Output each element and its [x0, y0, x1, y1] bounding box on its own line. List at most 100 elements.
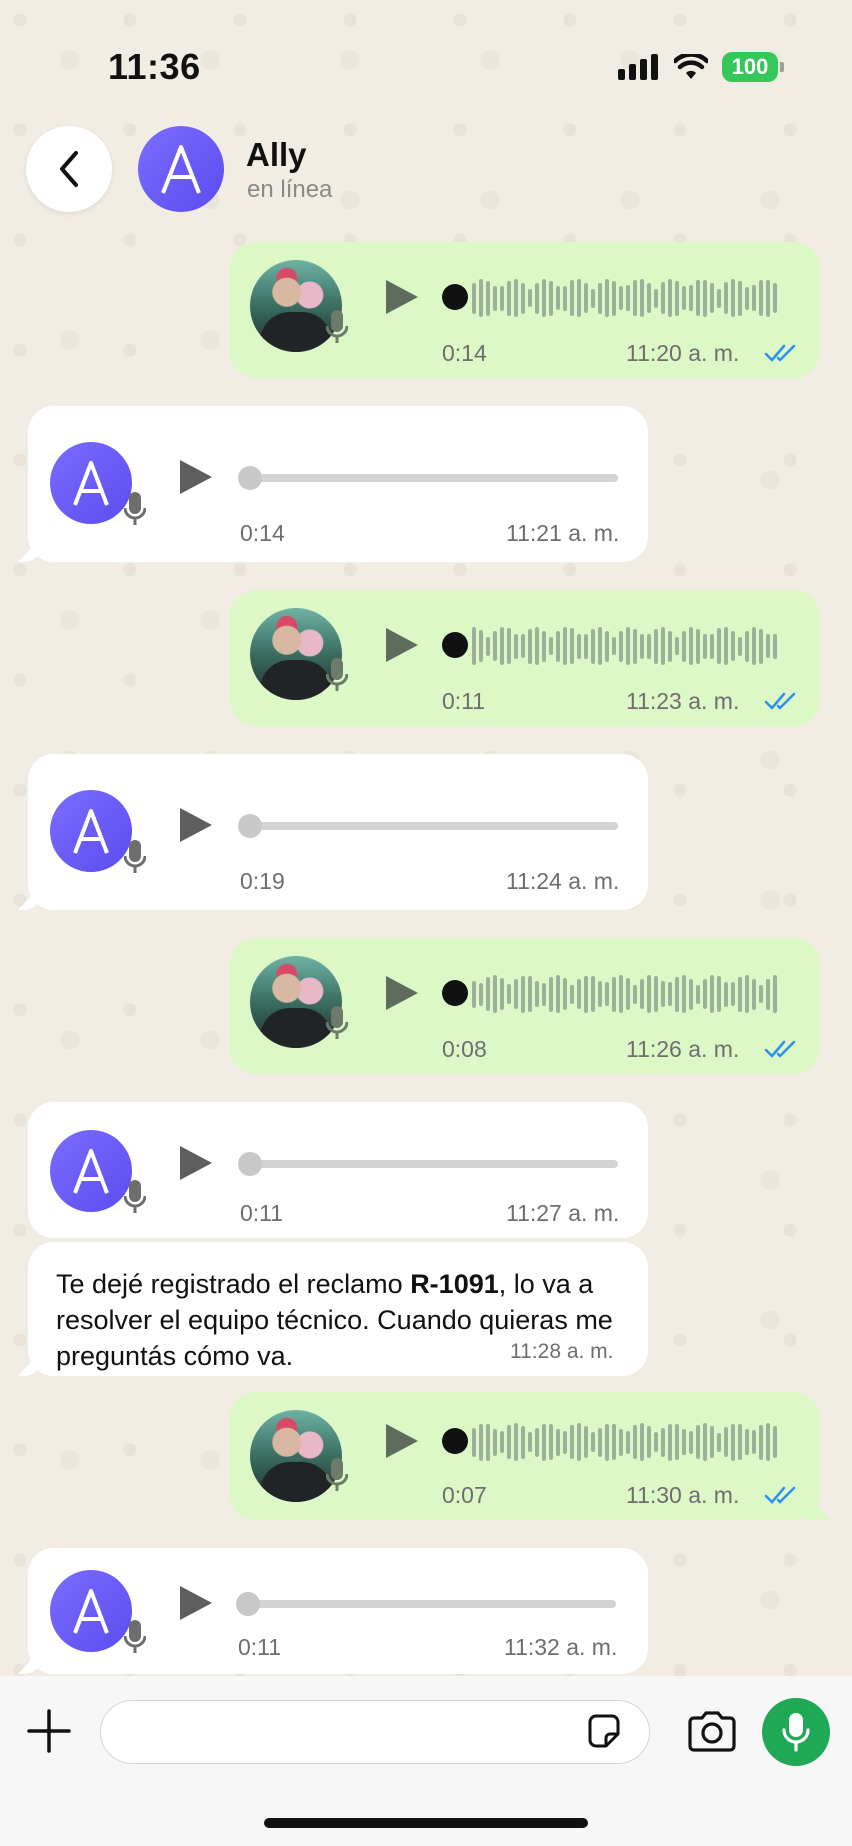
mic-icon: [124, 1180, 146, 1213]
camera-icon[interactable]: [686, 1710, 738, 1752]
waveform[interactable]: [472, 276, 792, 320]
waveform-bar: [577, 979, 581, 1009]
waveform-bar: [528, 976, 532, 1012]
waveform-bar: [633, 280, 637, 316]
waveform-bar: [507, 628, 511, 664]
double-check-icon: [764, 692, 796, 710]
waveform[interactable]: [472, 624, 792, 668]
play-button[interactable]: [384, 974, 420, 1012]
waveform-bar: [647, 1426, 651, 1458]
waveform-bar: [647, 975, 651, 1013]
waveform-bar: [479, 630, 483, 662]
battery-indicator: 100: [722, 52, 784, 82]
plus-icon[interactable]: [26, 1708, 72, 1754]
waveform-bar: [703, 1423, 707, 1461]
waveform-bar: [703, 633, 707, 659]
waveform-bar: [766, 279, 770, 317]
waveform-bar: [724, 627, 728, 665]
play-button[interactable]: [178, 1584, 214, 1622]
waveform-bar: [675, 637, 679, 655]
play-button[interactable]: [384, 626, 420, 664]
waveform-bar: [563, 285, 567, 311]
playhead[interactable]: [442, 284, 468, 310]
waveform[interactable]: [472, 1420, 792, 1464]
waveform-bar: [668, 279, 672, 317]
waveform-bar: [766, 634, 770, 658]
waveform-bar: [619, 1428, 623, 1456]
waveform-bar: [675, 976, 679, 1012]
waveform-bar: [626, 627, 630, 665]
play-button[interactable]: [178, 458, 214, 496]
progress-knob[interactable]: [238, 814, 262, 838]
home-indicator: [264, 1818, 588, 1828]
waveform-bar: [591, 1432, 595, 1452]
waveform-bar: [598, 282, 602, 314]
waveform-bar: [493, 285, 497, 311]
waveform-bar: [542, 279, 546, 317]
contact-avatar[interactable]: [138, 126, 224, 212]
progress-track[interactable]: [242, 822, 618, 830]
waveform-bar: [549, 1424, 553, 1460]
message-input[interactable]: [100, 1700, 650, 1764]
waveform-bar: [528, 1432, 532, 1452]
waveform-bar: [493, 1428, 497, 1456]
waveform-bar: [661, 627, 665, 665]
waveform-bar: [731, 631, 735, 661]
playhead[interactable]: [442, 632, 468, 658]
waveform-bar: [598, 1427, 602, 1457]
waveform-bar: [612, 637, 616, 655]
waveform-bar: [661, 981, 665, 1007]
waveform-bar: [507, 1425, 511, 1459]
mic-icon: [326, 1006, 348, 1039]
message-time: 11:23 a. m.: [626, 688, 740, 714]
progress-knob[interactable]: [238, 1152, 262, 1176]
waveform-bar: [521, 1425, 525, 1459]
progress-knob[interactable]: [236, 1592, 260, 1616]
waveform-bar: [773, 1426, 777, 1458]
waveform-bar: [696, 1425, 700, 1459]
waveform-bar: [612, 280, 616, 316]
waveform-bar: [528, 628, 532, 664]
waveform-bar: [717, 1432, 721, 1452]
waveform-bar: [542, 1423, 546, 1461]
play-button[interactable]: [178, 806, 214, 844]
double-check-icon: [764, 1486, 796, 1504]
voice-message-outgoing: 0:08 11:26 a. m.: [230, 938, 820, 1074]
play-button[interactable]: [384, 1422, 420, 1460]
waveform-bar: [605, 982, 609, 1006]
waveform[interactable]: [472, 972, 792, 1016]
waveform-bar: [668, 630, 672, 662]
double-check-icon: [764, 1040, 796, 1058]
sticker-icon[interactable]: [584, 1712, 624, 1752]
record-voice-button[interactable]: [762, 1698, 830, 1766]
waveform-bar: [479, 1423, 483, 1461]
waveform-bar: [619, 975, 623, 1013]
progress-track[interactable]: [242, 1160, 618, 1168]
waveform-bar: [640, 279, 644, 317]
progress-knob[interactable]: [238, 466, 262, 490]
message-time: 11:32 a. m.: [504, 1634, 618, 1660]
contact-name[interactable]: Ally: [246, 136, 307, 174]
waveform-bar: [556, 630, 560, 662]
contact-status: en línea: [247, 176, 333, 203]
playhead[interactable]: [442, 980, 468, 1006]
message-time: 11:20 a. m.: [626, 340, 740, 366]
waveform-bar: [591, 976, 595, 1012]
waveform-bar: [549, 976, 553, 1012]
waveform-bar: [682, 630, 686, 662]
waveform-bar: [675, 280, 679, 316]
waveform-bar: [773, 283, 777, 313]
back-button[interactable]: [26, 126, 112, 212]
progress-track[interactable]: [240, 1600, 616, 1608]
waveform-bar: [507, 280, 511, 316]
waveform-bar: [626, 978, 630, 1010]
progress-track[interactable]: [242, 474, 618, 482]
waveform-bar: [731, 1423, 735, 1461]
waveform-bar: [759, 280, 763, 316]
waveform-bar: [514, 279, 518, 317]
play-button[interactable]: [384, 278, 420, 316]
play-button[interactable]: [178, 1144, 214, 1182]
playhead[interactable]: [442, 1428, 468, 1454]
back-icon: [60, 151, 78, 187]
message-time: 11:30 a. m.: [626, 1482, 740, 1508]
